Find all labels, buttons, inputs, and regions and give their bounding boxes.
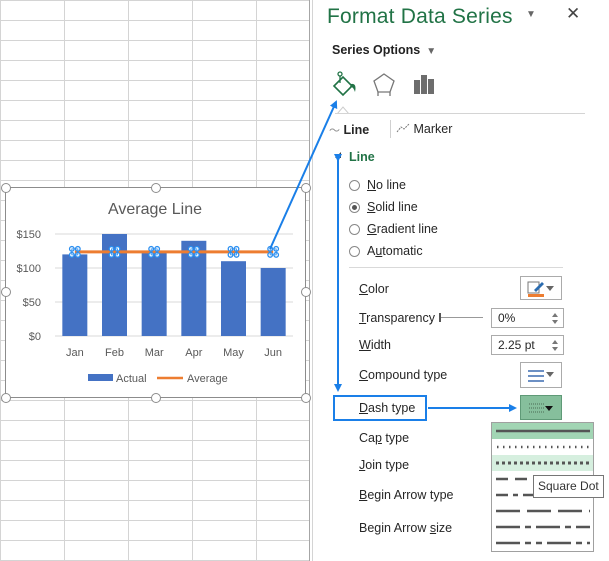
transparency-label: Transparency [359, 311, 435, 325]
width-label: Width [359, 338, 391, 352]
color-label: Color [359, 282, 389, 296]
tooltip: Square Dot [533, 475, 604, 498]
x-tick-label: Apr [185, 347, 202, 359]
compound-lines-icon [528, 370, 544, 382]
series-options-label: Series Options [332, 43, 421, 57]
x-tick-label: May [223, 347, 244, 359]
transparency-input[interactable]: 0% [491, 308, 564, 328]
bar-actual-jun[interactable] [260, 268, 286, 336]
width-input[interactable]: 2.25 pt [491, 335, 564, 355]
y-tick-label: $150 [17, 229, 41, 241]
pane-title: Format Data Series [327, 5, 513, 28]
resize-handle-top[interactable] [151, 183, 161, 193]
radio-automatic[interactable]: Automatic [349, 244, 423, 258]
dash-option-long-dash-dot[interactable] [492, 519, 593, 535]
series-options-dropdown[interactable]: Series Options ▼ [332, 43, 436, 57]
effects-pentagon-icon[interactable] [370, 70, 398, 98]
close-icon[interactable]: ✕ [566, 4, 580, 24]
bar-actual-jan[interactable] [62, 254, 88, 336]
resize-handle-top-left[interactable] [1, 183, 11, 193]
tab-separator [390, 120, 391, 138]
dash-option-round-dot[interactable] [492, 439, 593, 455]
bar-actual-feb[interactable] [102, 234, 127, 336]
x-tick-label: Jun [264, 347, 282, 359]
chart-title[interactable]: Average Line [108, 201, 202, 218]
dash-option-square-dot[interactable] [492, 455, 593, 471]
resize-handle-left[interactable] [1, 287, 11, 297]
legend-swatch-actual [88, 374, 113, 381]
y-tick-label: $0 [29, 331, 41, 343]
resize-handle-bottom[interactable] [151, 393, 161, 403]
compound-type-label: Compound type [359, 368, 448, 382]
chevron-down-icon: ▼ [426, 46, 437, 57]
chevron-down-icon [546, 372, 554, 377]
transparency-slider[interactable] [439, 313, 483, 322]
compound-type-button[interactable] [520, 362, 562, 388]
resize-handle-right[interactable] [301, 287, 311, 297]
dash-option-solid[interactable] [492, 423, 593, 439]
chart-svg: Average Line $0 $50 $100 $150 Jan Feb Mar Apr M… [17, 201, 293, 385]
begin-arrow-type-label[interactable]: Begin Arrow type [359, 488, 454, 502]
resize-handle-bottom-left[interactable] [1, 393, 11, 403]
y-tick-label: $100 [17, 263, 41, 275]
bar-actual-mar[interactable] [141, 253, 167, 336]
line-icon: 〜 [329, 125, 340, 137]
chevron-down-icon [546, 286, 554, 291]
legend-label-actual[interactable]: Actual [116, 373, 147, 385]
chart-area[interactable]: Average Line $0 $50 $100 $150 Jan Feb Mar Apr M… [5, 187, 306, 398]
chevron-down-icon [545, 406, 553, 411]
tab-marker-label: Marker [413, 122, 453, 136]
collapse-triangle-icon[interactable] [335, 152, 341, 158]
dash-option-long-dash-dot-dot[interactable] [492, 535, 593, 551]
join-type-label[interactable]: Join type [359, 458, 409, 472]
resize-handle-bottom-right[interactable] [301, 393, 311, 403]
radio-gradient-line[interactable]: Gradient line [349, 222, 438, 236]
tab-line-label: Line [343, 123, 370, 137]
series-options-bar-icon[interactable] [410, 70, 438, 98]
marker-icon [396, 123, 410, 133]
legend-label-average[interactable]: Average [187, 373, 228, 385]
radio-no-line[interactable]: No line [349, 178, 406, 192]
spin-down-icon [552, 347, 558, 351]
pane-options-dropdown-icon[interactable]: ▼ [526, 9, 536, 20]
divider [349, 267, 563, 268]
color-picker-button[interactable] [520, 276, 562, 300]
radio-solid-line[interactable]: Solid line [349, 200, 418, 214]
cap-type-label[interactable]: Cap type [359, 431, 409, 445]
bar-actual-may[interactable] [221, 261, 246, 336]
y-tick-label: $50 [23, 297, 41, 309]
dash-type-highlight-box [333, 395, 427, 421]
begin-arrow-size-label[interactable]: Begin Arrow size [359, 521, 452, 535]
divider [335, 113, 585, 114]
spin-up-icon [552, 313, 558, 317]
dash-option-long-dash[interactable] [492, 503, 593, 519]
dash-type-button[interactable] [520, 395, 562, 420]
tab-line[interactable]: 〜 Line [329, 122, 369, 138]
spin-down-icon [552, 320, 558, 324]
x-tick-label: Feb [105, 347, 124, 359]
fill-line-icon[interactable] [330, 70, 358, 98]
spin-up-icon [552, 340, 558, 344]
x-tick-label: Jan [66, 347, 84, 359]
x-tick-label: Mar [145, 347, 164, 359]
resize-handle-top-right[interactable] [301, 183, 311, 193]
tab-marker[interactable]: Marker [396, 122, 452, 136]
section-line-header[interactable]: Line [349, 150, 375, 164]
